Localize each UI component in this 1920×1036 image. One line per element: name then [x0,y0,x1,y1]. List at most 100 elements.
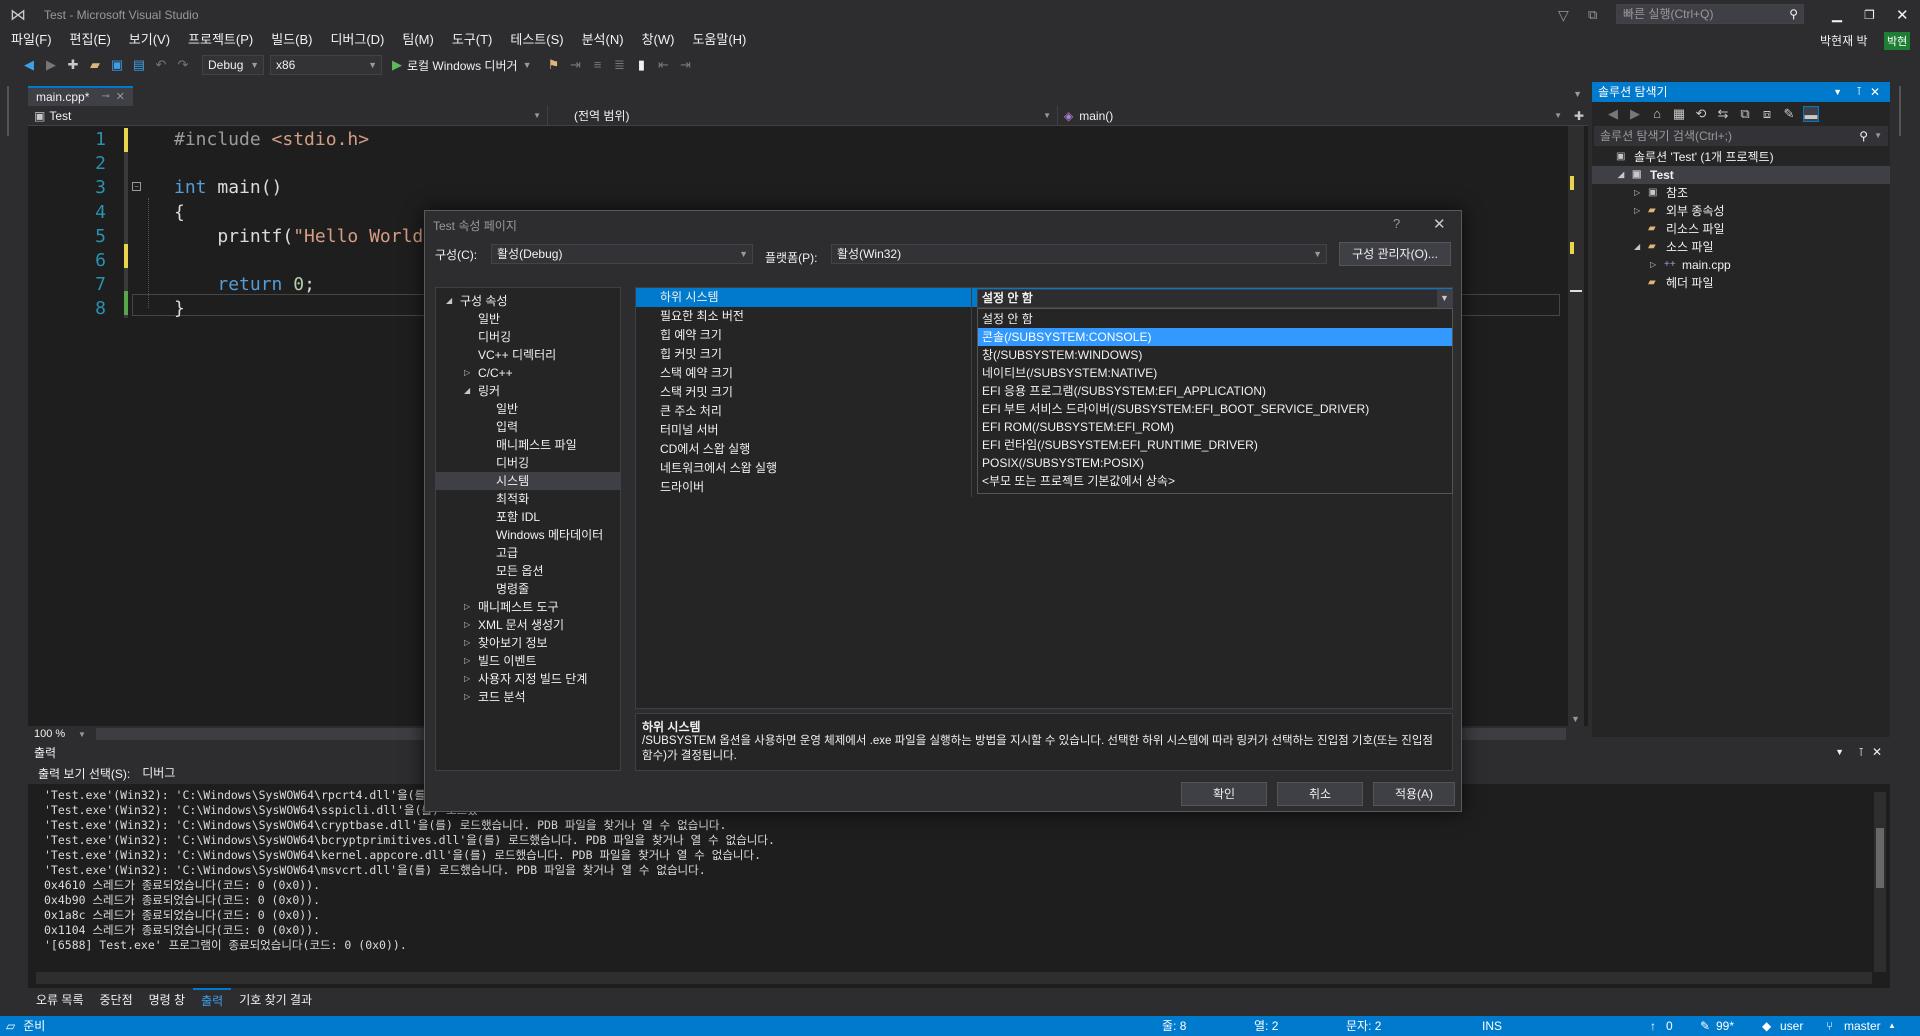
menu-item[interactable]: 도구(T) [443,30,502,50]
property-tree-item[interactable]: 최적화 [436,490,620,508]
nav-scope-select[interactable]: (전역 범위) ▼ [548,105,1058,126]
subsystem-value-combo[interactable]: 설정 안 함 ▼ [977,289,1453,308]
expand-icon[interactable]: ◢ [1634,238,1648,256]
property-tree-item[interactable]: ▷ 매니페스트 도구 [436,598,620,616]
property-tree-item[interactable]: 포함 IDL [436,508,620,526]
close-icon[interactable]: ✕ [1870,82,1880,102]
expand-icon[interactable]: ▷ [1634,184,1648,202]
preview-icon[interactable]: ▬ [1803,106,1819,122]
property-tree-item[interactable]: ▷ XML 문서 생성기 [436,616,620,634]
open-file-icon[interactable]: ▰ [87,57,103,73]
expand-icon[interactable]: ▷ [1650,256,1664,274]
menu-item[interactable]: 팀(M) [393,30,442,50]
solution-tree-item[interactable]: ▰ 리소스 파일 [1592,220,1890,238]
bottom-tab[interactable]: 출력 [193,988,232,1012]
user-name[interactable]: 박현재 박 [1820,32,1868,49]
bottom-tab[interactable]: 기호 찾기 결과 [231,988,320,1012]
config-select[interactable]: Debug ▼ [202,55,264,75]
menu-item[interactable]: 분석(N) [573,30,633,50]
comment-icon[interactable]: ≡ [589,57,605,73]
server-explorer-tab[interactable] [7,86,21,136]
menu-item[interactable]: 테스트(S) [501,30,572,50]
apply-button[interactable]: 적용(A) [1373,782,1455,806]
subsystem-option[interactable]: <부모 또는 프로젝트 기본값에서 상속> [978,472,1452,490]
subsystem-option[interactable]: POSIX(/SUBSYSTEM:POSIX) [978,454,1452,472]
menu-item[interactable]: 보기(V) [120,30,179,50]
output-horizontal-scrollbar[interactable] [36,972,1872,984]
property-tree-item[interactable]: 명령줄 [436,580,620,598]
property-tree-item[interactable]: ▷ C/C++ [436,364,620,382]
menu-item[interactable]: 프로젝트(P) [179,30,262,50]
ok-button[interactable]: 확인 [1181,782,1267,806]
save-all-icon[interactable]: ▤ [131,57,147,73]
expand-icon[interactable]: ▷ [464,652,478,670]
start-debug-button[interactable]: ▶ 로컬 Windows 디버거 ▼ [392,57,531,74]
user-badge[interactable]: 박현 [1884,32,1911,50]
copy-icon[interactable]: ⧉ [1737,106,1753,122]
subsystem-option[interactable]: 설정 안 함 [978,310,1452,328]
menu-item[interactable]: 편집(E) [61,30,120,50]
pin-icon[interactable]: ⊺ [1858,746,1864,759]
forward-icon[interactable]: ▶ [43,57,59,73]
chevron-down-icon[interactable]: ▼ [1835,747,1844,757]
expand-icon[interactable]: ▷ [464,616,478,634]
undo-icon[interactable]: ↶ [153,57,169,73]
bottom-tab[interactable]: 중단점 [92,988,141,1012]
expand-icon[interactable]: ▷ [464,634,478,652]
status-user[interactable]: user [1780,1016,1803,1036]
repo-icon[interactable]: ◆ [1762,1016,1771,1036]
code-line[interactable]: 4{ [28,201,185,225]
property-tree-item[interactable]: 시스템 [436,472,620,490]
bottom-tab[interactable]: 오류 목록 [28,988,92,1012]
bottom-tab[interactable]: 명령 창 [141,988,193,1012]
solution-tree-item[interactable]: ◢ ▣ Test [1592,166,1890,184]
feedback-icon[interactable]: ⧉ [1588,7,1597,23]
property-tree-item[interactable]: ▷ 빌드 이벤트 [436,652,620,670]
property-tree-item[interactable]: ▷ 코드 분석 [436,688,620,706]
branch-icon[interactable]: ⑂ [1826,1016,1833,1036]
next-bookmark-icon[interactable]: ⇥ [677,57,693,73]
code-line[interactable]: 1 #include <stdio.h> [28,128,369,152]
dialog-config-select[interactable]: 활성(Debug) ▼ [491,244,753,264]
scroll-down-icon[interactable]: ▼ [1571,714,1580,724]
pencil-icon[interactable]: ✎ [1700,1016,1710,1036]
editor-vertical-scrollbar[interactable]: ▼ [1568,126,1584,726]
properties-icon[interactable]: ✎ [1781,106,1797,122]
property-tree-item[interactable]: ◢ 구성 속성 [436,292,620,310]
property-tree-item[interactable]: 디버깅 [436,328,620,346]
expand-icon[interactable]: ◢ [464,382,478,400]
property-tree-item[interactable]: 모든 옵션 [436,562,620,580]
save-icon[interactable]: ▣ [109,57,125,73]
code-line[interactable]: 3 int main() [28,176,282,200]
expand-icon[interactable]: ▷ [464,364,478,382]
property-tree-item[interactable]: VC++ 디렉터리 [436,346,620,364]
property-tree-item[interactable]: 입력 [436,418,620,436]
code-line[interactable]: 2 [28,152,174,176]
code-line[interactable]: 5 printf("Hello World!\n [28,225,456,249]
property-tree-item[interactable]: 고급 [436,544,620,562]
back-icon[interactable]: ◀ [1605,106,1621,122]
code-line[interactable]: 8} [28,297,185,321]
history-icon[interactable]: ⟲ [1693,106,1709,122]
status-up-count[interactable]: 0 [1666,1016,1673,1036]
tab-main-cpp[interactable]: main.cpp* ⊸ ✕ [28,86,133,106]
code-line[interactable]: 6 [28,249,174,273]
subsystem-option[interactable]: 네이티브(/SUBSYSTEM:NATIVE) [978,364,1452,382]
solution-tree-item[interactable]: ◢ ▰ 소스 파일 [1592,238,1890,256]
chevron-up-icon[interactable]: ▲ [1888,1016,1896,1036]
solution-search-input[interactable]: 솔루션 탐색기 검색(Ctrl+;) ⚲ ▼ [1594,126,1888,146]
publish-icon[interactable]: ↑ [1650,1016,1656,1036]
pin-icon[interactable]: ⊸ [101,87,109,107]
solution-tree-item[interactable]: ▷ ▣ 참조 [1592,184,1890,202]
status-branch[interactable]: master [1844,1016,1881,1036]
pin-icon[interactable]: ⊺ [1856,82,1862,102]
output-source-select[interactable]: 디버그 [136,763,377,783]
quick-launch-input[interactable]: 빠른 실행(Ctrl+Q) ⚲ [1616,4,1804,24]
property-tree-item[interactable]: Windows 메타데이터 [436,526,620,544]
chevron-down-icon[interactable]: ▼ [1437,290,1452,307]
property-tree-item[interactable]: 디버깅 [436,454,620,472]
new-project-icon[interactable]: ✚ [65,57,81,73]
zoom-level[interactable]: 100 % [28,728,78,740]
show-all-icon[interactable]: ⧈ [1759,106,1775,122]
expand-icon[interactable]: ▷ [464,598,478,616]
